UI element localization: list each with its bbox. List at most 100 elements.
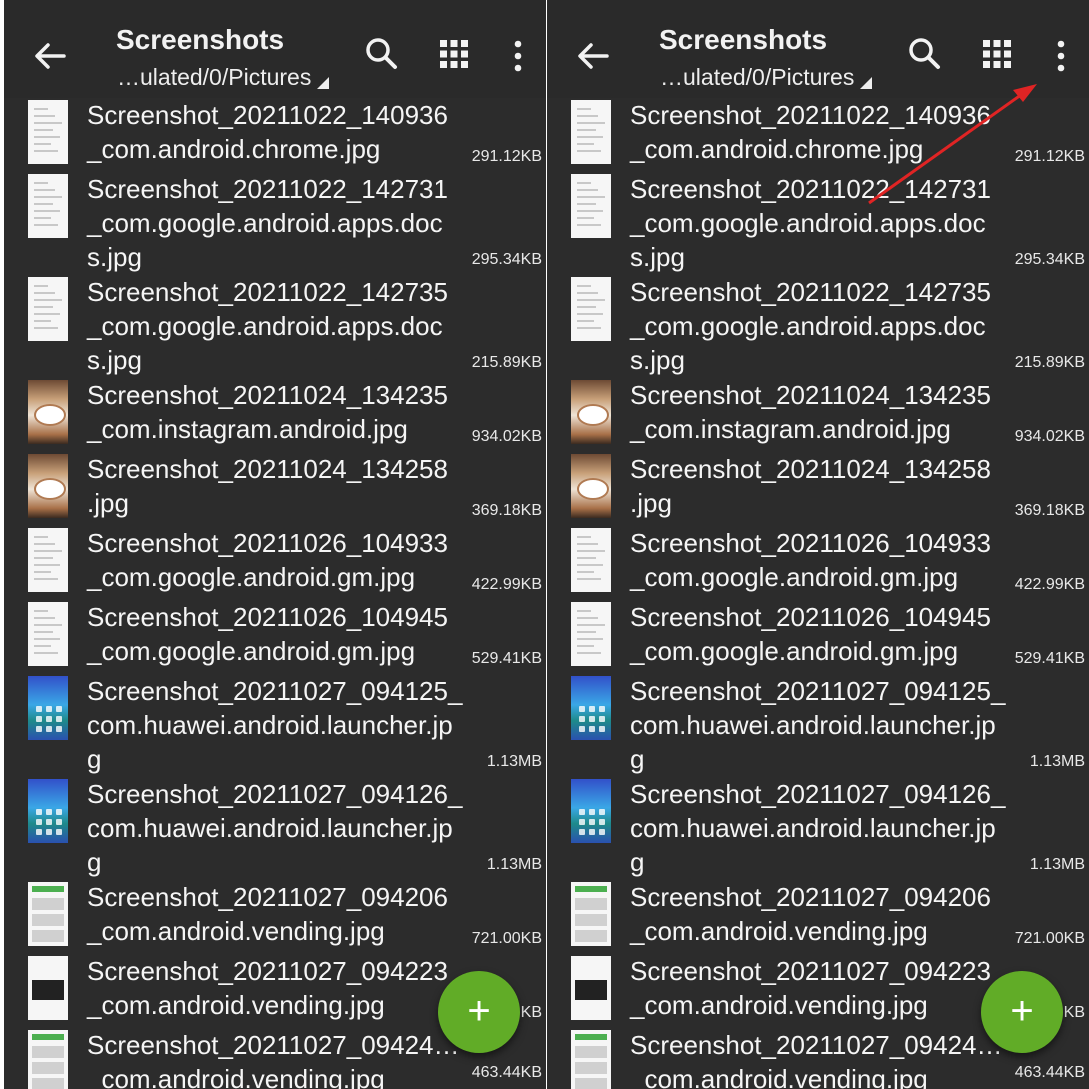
file-list-item[interactable]: Screenshot_20211027_094206 _com.android.v… bbox=[4, 880, 546, 954]
file-size: 369.18KB bbox=[471, 502, 542, 519]
file-thumbnail bbox=[571, 602, 611, 666]
file-list-item[interactable]: Screenshot_20211024_134258 .jpg 369.18KB bbox=[4, 452, 546, 526]
file-size: 463.44KB bbox=[1014, 1064, 1085, 1081]
file-list-item[interactable]: Screenshot_20211022_140936 _com.android.c… bbox=[4, 98, 546, 172]
file-name: Screenshot_20211022_140936 _com.android.c… bbox=[87, 98, 479, 166]
file-name-line: s.jpg bbox=[630, 242, 685, 272]
file-list-item[interactable]: Screenshot_20211024_134235 _com.instagram… bbox=[547, 378, 1089, 452]
file-name-line: Screenshot_20211022_142731 bbox=[87, 174, 448, 204]
file-name-line: Screenshot_20211024_134258 bbox=[87, 454, 448, 484]
file-name: Screenshot_20211027_094206 _com.android.v… bbox=[630, 880, 1022, 948]
file-thumbnail bbox=[28, 277, 68, 341]
plus-icon: + bbox=[467, 989, 491, 1033]
grid-view-icon[interactable] bbox=[434, 34, 474, 74]
file-name: Screenshot_20211026_104933 _com.google.an… bbox=[87, 526, 479, 594]
file-size: 291.12KB bbox=[471, 148, 542, 165]
folder-path: …ulated/0/Pictures bbox=[660, 64, 855, 90]
file-name-line: Screenshot_20211027_094126_ bbox=[630, 779, 1006, 809]
search-icon[interactable] bbox=[360, 32, 404, 76]
file-name-line: Screenshot_20211026_104945 bbox=[87, 602, 448, 632]
file-name-line: g bbox=[87, 847, 102, 877]
file-list-item[interactable]: Screenshot_20211024_134258 .jpg 369.18KB bbox=[547, 452, 1089, 526]
file-name-line: Screenshot_20211022_142731 bbox=[630, 174, 991, 204]
file-name: Screenshot_20211024_134258 .jpg bbox=[87, 452, 479, 520]
file-thumbnail bbox=[28, 602, 68, 666]
file-name: Screenshot_20211027_094223 _com.android.v… bbox=[630, 954, 1022, 1022]
file-name-line: Screenshot_20211024_134258 bbox=[630, 454, 991, 484]
back-arrow-icon[interactable] bbox=[24, 30, 76, 82]
file-name: Screenshot_20211027_094126_ com.huawei.an… bbox=[87, 777, 479, 879]
file-thumbnail bbox=[571, 454, 611, 518]
file-name-line: _com.instagram.android.jpg bbox=[630, 414, 951, 444]
file-size: 1.13MB bbox=[1029, 753, 1085, 770]
file-name-line: g bbox=[630, 744, 645, 774]
file-thumbnail bbox=[571, 882, 611, 946]
file-size: 529.41KB bbox=[471, 650, 542, 667]
file-list-item[interactable]: Screenshot_20211024_134235 _com.instagram… bbox=[4, 378, 546, 452]
file-name-line: Screenshot_20211026_104945 bbox=[630, 602, 991, 632]
file-list-item[interactable]: Screenshot_20211022_142731 _com.google.an… bbox=[547, 172, 1089, 275]
file-list-item[interactable]: Screenshot_20211026_104945 _com.google.an… bbox=[547, 600, 1089, 674]
back-arrow-icon[interactable] bbox=[567, 30, 619, 82]
file-name-line: _com.google.android.apps.doc bbox=[87, 311, 443, 341]
folder-path: …ulated/0/Pictures bbox=[117, 64, 312, 90]
file-name-line: _com.google.android.gm.jpg bbox=[87, 636, 416, 666]
file-size: 369.18KB bbox=[1014, 502, 1085, 519]
more-vertical-icon[interactable] bbox=[498, 34, 538, 78]
file-size: 422.99KB bbox=[471, 576, 542, 593]
file-list-item[interactable]: Screenshot_20211027_094125_ com.huawei.an… bbox=[4, 674, 546, 777]
file-name-line: Screenshot_20211022_142735 bbox=[87, 277, 448, 307]
file-list-item[interactable]: Screenshot_20211026_104933 _com.google.an… bbox=[4, 526, 546, 600]
file-name: Screenshot_20211026_104945 _com.google.an… bbox=[630, 600, 1022, 668]
file-manager-panel-after: Screenshots …ulated/0/Pictures Screensho… bbox=[547, 0, 1089, 1089]
search-icon[interactable] bbox=[903, 32, 947, 76]
file-thumbnail bbox=[571, 956, 611, 1020]
file-list-item[interactable]: Screenshot_20211027_094126_ com.huawei.an… bbox=[4, 777, 546, 880]
file-thumbnail bbox=[571, 528, 611, 592]
file-list-item[interactable]: Screenshot_20211022_140936 _com.android.c… bbox=[547, 98, 1089, 172]
app-bar: Screenshots …ulated/0/Pictures bbox=[547, 0, 1089, 98]
file-name-line: com.huawei.android.launcher.jp bbox=[87, 710, 453, 740]
file-thumbnail bbox=[571, 779, 611, 843]
file-size: 529.41KB bbox=[1014, 650, 1085, 667]
file-name: Screenshot_20211027_094223 _com.android.v… bbox=[87, 954, 479, 1022]
folder-path-dropdown[interactable]: …ulated/0/Pictures bbox=[117, 64, 330, 91]
file-name-line: g bbox=[87, 744, 102, 774]
folder-title: Screenshots bbox=[116, 24, 285, 55]
file-name-line: Screenshot_20211027_094223 bbox=[87, 956, 448, 986]
file-size: 934.02KB bbox=[471, 428, 542, 445]
file-list-item[interactable]: Screenshot_20211026_104933 _com.google.an… bbox=[547, 526, 1089, 600]
file-thumbnail bbox=[571, 174, 611, 238]
file-name: Screenshot_20211024_134258 .jpg bbox=[630, 452, 1022, 520]
folder-title: Screenshots bbox=[659, 24, 828, 55]
file-list-item[interactable]: Screenshot_20211026_104945 _com.google.an… bbox=[4, 600, 546, 674]
file-name-line: s.jpg bbox=[87, 345, 142, 375]
file-name-line: Screenshot_20211027_094125_ bbox=[87, 676, 463, 706]
file-list-item[interactable]: Screenshot_20211022_142735 _com.google.an… bbox=[547, 275, 1089, 378]
file-list-item[interactable]: Screenshot_20211022_142735 _com.google.an… bbox=[4, 275, 546, 378]
add-fab-button[interactable]: + bbox=[438, 971, 520, 1053]
file-name: Screenshot_20211022_142731 _com.google.an… bbox=[87, 172, 479, 274]
grid-view-icon[interactable] bbox=[977, 34, 1017, 74]
file-name-line: _com.android.vending.jpg bbox=[87, 916, 385, 946]
file-name-line: _com.google.android.gm.jpg bbox=[630, 562, 959, 592]
file-size: 215.89KB bbox=[1014, 354, 1085, 371]
file-list-item[interactable]: Screenshot_20211027_094206 _com.android.v… bbox=[547, 880, 1089, 954]
file-list-item[interactable]: Screenshot_20211022_142731 _com.google.an… bbox=[4, 172, 546, 275]
file-list-item[interactable]: Screenshot_20211027_094125_ com.huawei.an… bbox=[547, 674, 1089, 777]
file-name-line: Screenshot_20211027_094206 bbox=[87, 882, 448, 912]
file-name-line: _com.android.vending.jpg bbox=[630, 990, 928, 1020]
add-fab-button[interactable]: + bbox=[981, 971, 1063, 1053]
file-name-line: _com.instagram.android.jpg bbox=[87, 414, 408, 444]
file-name: Screenshot_20211026_104945 _com.google.an… bbox=[87, 600, 479, 668]
folder-path-dropdown[interactable]: …ulated/0/Pictures bbox=[660, 64, 873, 91]
file-list-item[interactable]: Screenshot_20211027_094126_ com.huawei.an… bbox=[547, 777, 1089, 880]
file-size: 1.13MB bbox=[486, 856, 542, 873]
file-size: 1.13MB bbox=[1029, 856, 1085, 873]
more-vertical-icon[interactable] bbox=[1041, 34, 1081, 78]
file-name-line: _com.android.chrome.jpg bbox=[87, 134, 381, 164]
file-name-line: Screenshot_20211027_09424… bbox=[87, 1030, 460, 1060]
file-size: 721.00KB bbox=[471, 930, 542, 947]
file-name-line: com.huawei.android.launcher.jp bbox=[87, 813, 453, 843]
file-name-line: _com.google.android.apps.doc bbox=[87, 208, 443, 238]
